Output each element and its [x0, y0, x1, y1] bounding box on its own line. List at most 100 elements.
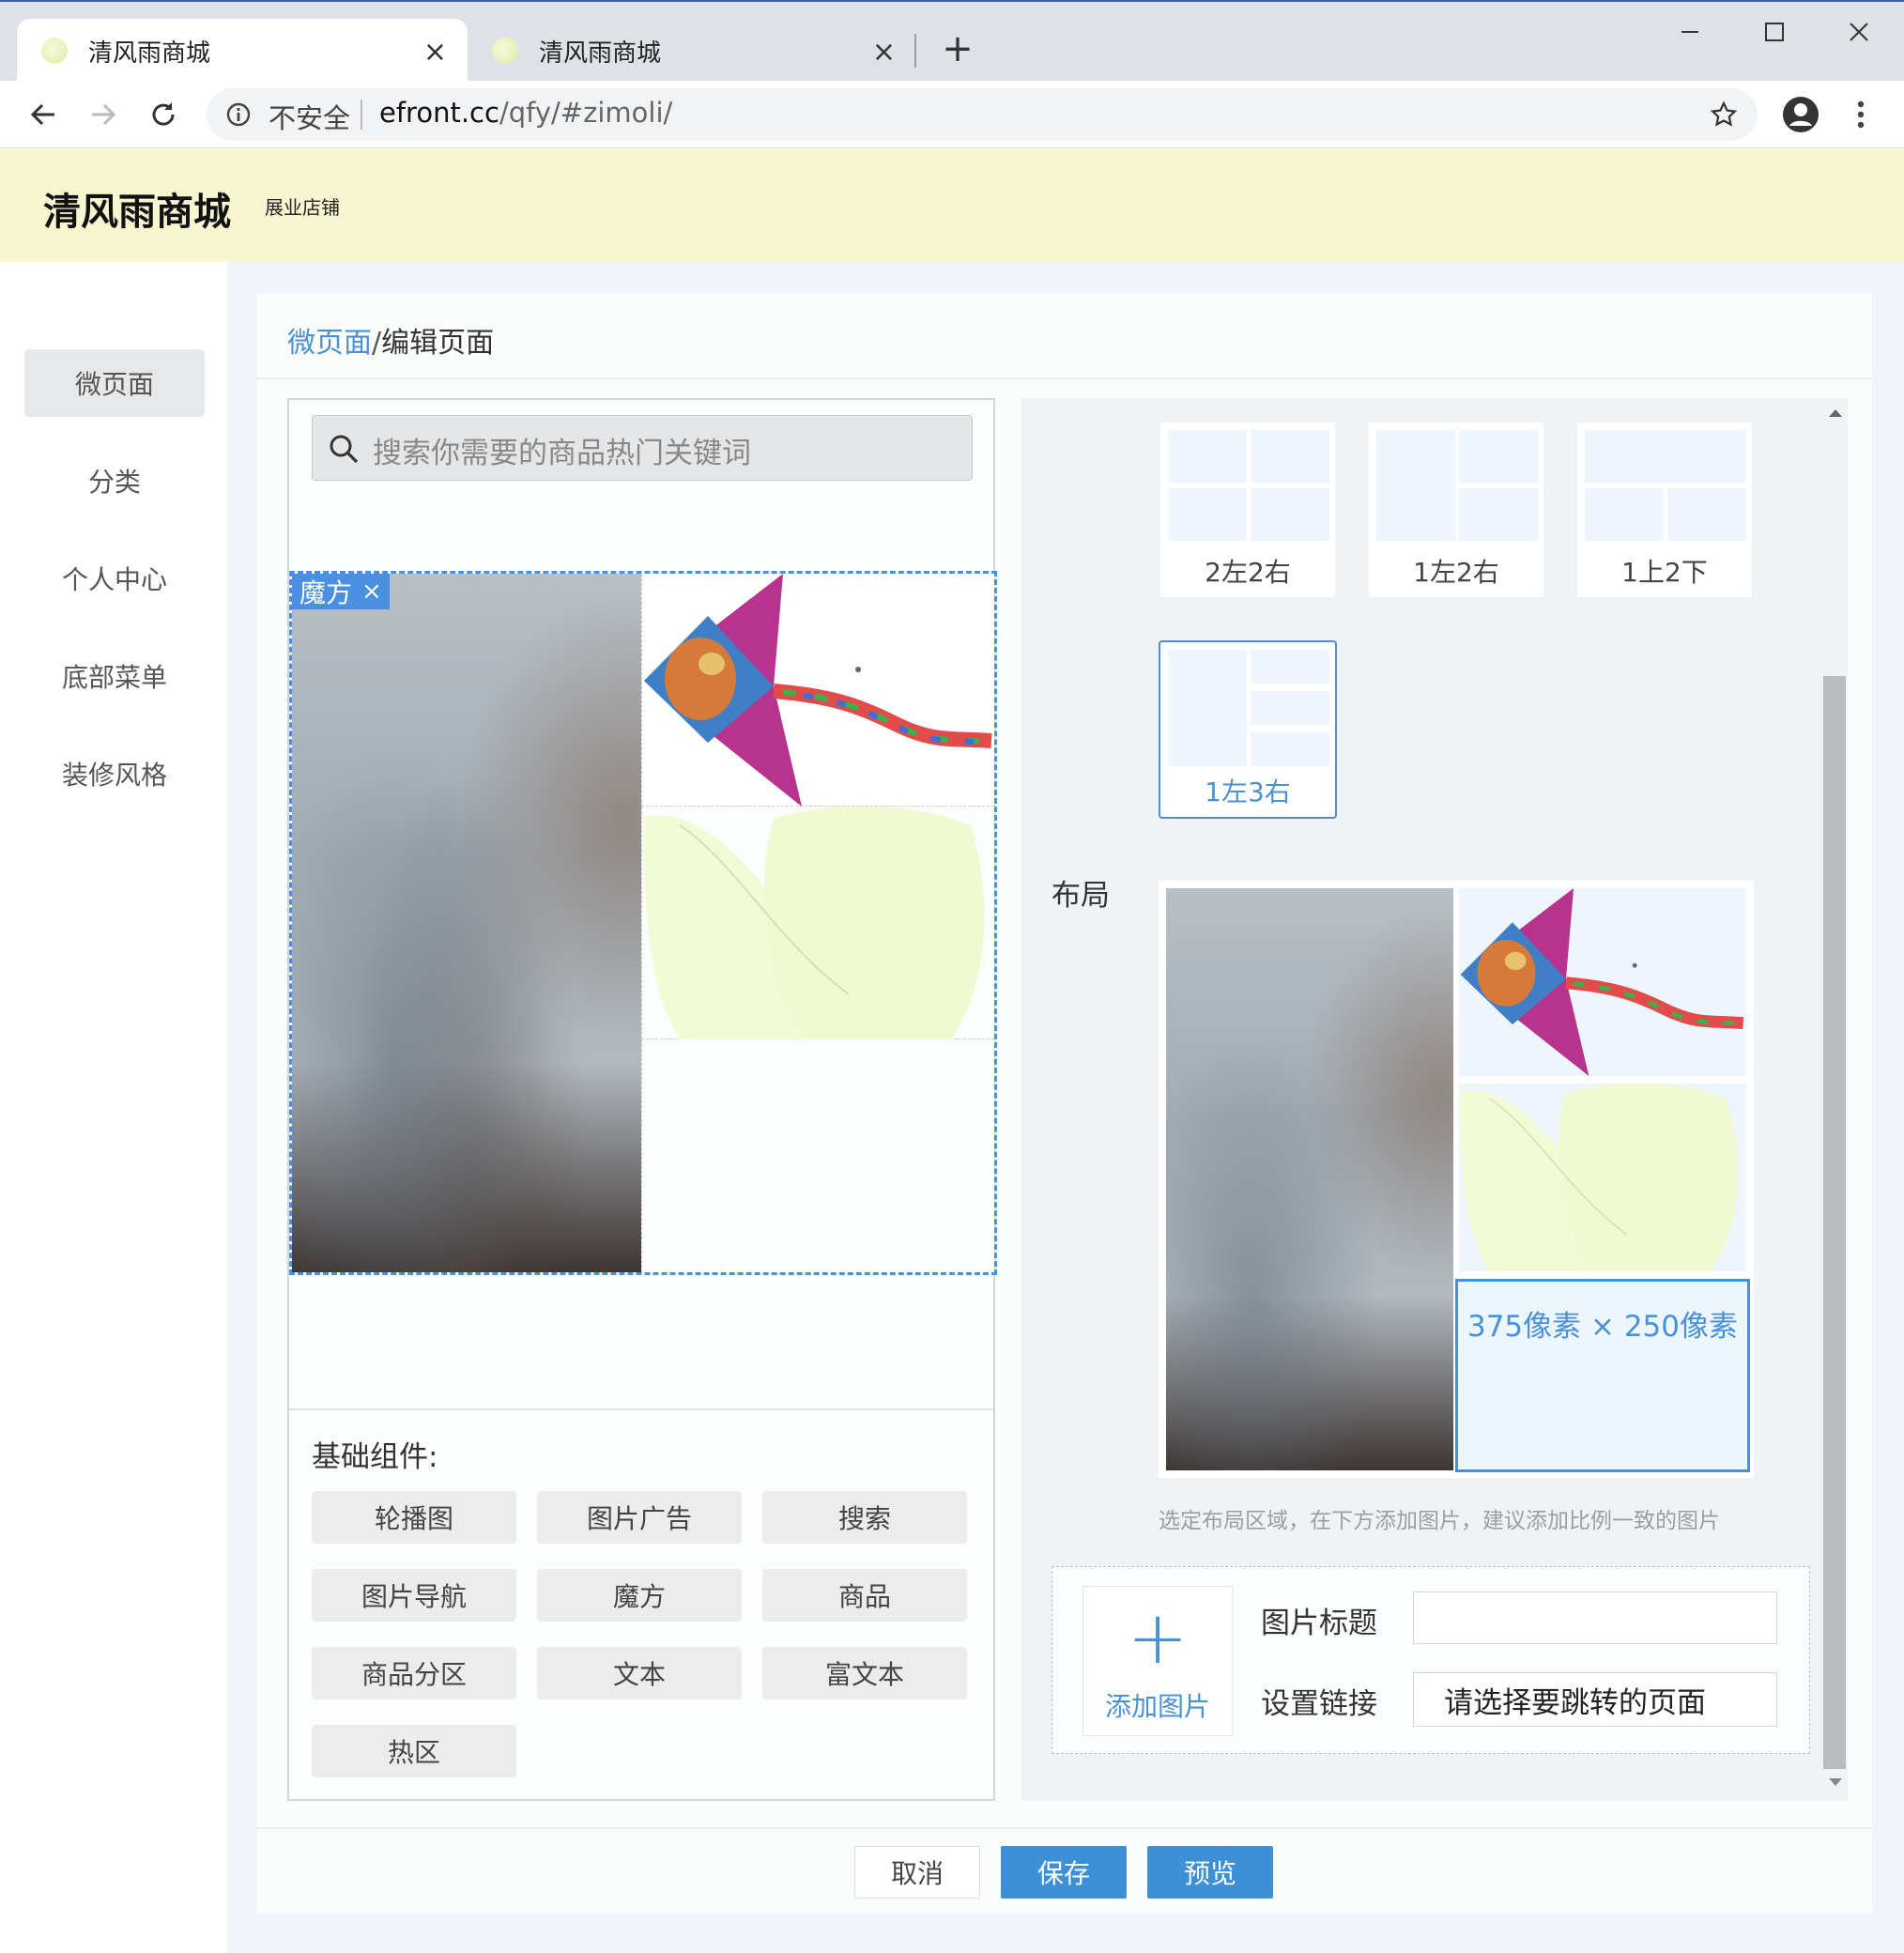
layout-option-1t2b[interactable]: 1上2下 [1575, 421, 1754, 599]
component-goods-section-button[interactable]: 商品分区 [312, 1647, 516, 1699]
component-search-button[interactable]: 搜索 [762, 1491, 967, 1544]
minimize-icon[interactable] [1667, 9, 1712, 54]
rubik-cell-leaf[interactable] [641, 806, 994, 1039]
shop-header: 清风雨商城 展业店铺 [0, 149, 1904, 262]
leaf-image [1460, 1083, 1738, 1271]
palette-divider [289, 1408, 993, 1410]
url-path: /qfy/#zimoli/ [499, 97, 673, 129]
scroll-up-icon[interactable] [1829, 408, 1842, 417]
reload-icon[interactable] [141, 92, 186, 137]
add-image-label: 添加图片 [1104, 1691, 1210, 1722]
back-icon[interactable] [21, 92, 66, 137]
profile-avatar-icon[interactable] [1780, 94, 1821, 135]
favicon-icon [492, 38, 518, 64]
shop-tagline: 展业店铺 [265, 196, 340, 219]
layout-editor-canvas: 375像素 × 250像素 [1159, 881, 1754, 1478]
kite-image [644, 574, 992, 807]
rubik-cell-empty[interactable] [641, 1039, 994, 1272]
layout-option-1l2r[interactable]: 1左2右 [1367, 421, 1545, 599]
layout-cell-selected[interactable]: 375像素 × 250像素 [1455, 1279, 1750, 1472]
new-tab-icon[interactable]: + [935, 26, 980, 71]
cancel-button[interactable]: 取消 [854, 1846, 980, 1899]
browser-tab[interactable]: 清风雨商城 × [468, 19, 916, 83]
sidebar-item-category[interactable]: 分类 [24, 447, 205, 515]
breadcrumb: 微页面/编辑页面 [287, 319, 494, 361]
blurred-photo-shading [1166, 888, 1453, 1470]
component-tag[interactable]: 魔方 × [292, 574, 390, 609]
omnibox-divider [361, 100, 362, 130]
footer-divider [257, 1827, 1872, 1829]
tab-close-icon[interactable]: × [872, 36, 896, 69]
rubik-image-left-blurred [292, 574, 641, 1272]
kite-image [1460, 888, 1744, 1076]
component-tag-close-icon[interactable]: × [361, 577, 382, 606]
component-richtext-button[interactable]: 富文本 [762, 1647, 967, 1699]
url-host: efront.cc [379, 97, 499, 129]
layout-label: 布局 [1052, 879, 1110, 913]
search-placeholder: 搜索你需要的商品热门关键词 [373, 437, 751, 470]
scroll-down-icon[interactable] [1829, 1778, 1842, 1788]
sidebar-item-profile[interactable]: 个人中心 [24, 545, 205, 612]
layout-option-2l2r[interactable]: 2左2右 [1159, 421, 1337, 599]
layout-cell-kite[interactable] [1459, 888, 1746, 1076]
favicon-icon [41, 38, 68, 64]
image-title-label: 图片标题 [1261, 1607, 1377, 1640]
rubik-cube-component[interactable]: 魔方 × [289, 571, 997, 1275]
menu-kebab-icon[interactable] [1840, 94, 1881, 135]
tab-title: 清风雨商城 [539, 38, 662, 68]
breadcrumb-current: 编辑页面 [381, 327, 495, 360]
search-icon [328, 433, 361, 467]
sidebar-item-theme[interactable]: 装修风格 [24, 740, 205, 807]
leaf-image [643, 806, 985, 1039]
component-carousel-button[interactable]: 轮播图 [312, 1491, 516, 1544]
layout-cell-left[interactable] [1166, 888, 1453, 1470]
security-label: 不安全 [269, 102, 351, 134]
editor-panel: 微页面/编辑页面 搜索你需要的商品热门关键词 魔方 × 基础组件: 轮播图 图片… [257, 293, 1872, 1914]
component-rubik-button[interactable]: 魔方 [537, 1569, 742, 1622]
forward-icon[interactable] [81, 92, 126, 137]
address-bar[interactable]: 不安全 efront.cc /qfy/#zimoli/ [207, 88, 1758, 141]
search-input[interactable]: 搜索你需要的商品热门关键词 [312, 415, 973, 481]
browser-tab-active[interactable]: 清风雨商城 × [17, 19, 468, 83]
layout-option-1l3r-selected[interactable]: 1左3右 [1159, 640, 1337, 819]
sidebar: 微页面 分类 个人中心 底部菜单 装修风格 [0, 262, 227, 1953]
selected-cell-size: 375像素 × 250像素 [1466, 1310, 1739, 1344]
tab-title: 清风雨商城 [88, 38, 211, 68]
breadcrumb-divider [257, 377, 1872, 379]
bookmark-star-icon[interactable] [1707, 98, 1741, 131]
shop-name: 清风雨商城 [43, 191, 231, 234]
component-text-button[interactable]: 文本 [537, 1647, 742, 1699]
link-select[interactable]: 请选择要跳转的页面 [1413, 1672, 1777, 1727]
image-form: + 添加图片 图片标题 设置链接 请选择要跳转的页面 [1052, 1566, 1810, 1754]
component-image-ad-button[interactable]: 图片广告 [537, 1491, 742, 1544]
sidebar-item-bottom-menu[interactable]: 底部菜单 [24, 642, 205, 710]
scrollbar-thumb[interactable] [1823, 676, 1846, 1769]
info-icon[interactable] [223, 100, 253, 130]
maximize-icon[interactable] [1752, 9, 1797, 54]
layout-cell-leaf[interactable] [1459, 1083, 1746, 1271]
layout-option-label: 1左2右 [1413, 557, 1499, 588]
sidebar-item-micro-page[interactable]: 微页面 [24, 349, 205, 417]
rubik-cell-kite[interactable] [641, 574, 994, 807]
component-hotspot-button[interactable]: 热区 [312, 1725, 516, 1777]
browser-toolbar: 不安全 efront.cc /qfy/#zimoli/ [0, 81, 1904, 148]
component-tag-label: 魔方 [299, 577, 353, 608]
add-image-button[interactable]: + 添加图片 [1083, 1586, 1233, 1736]
blurred-photo-shading [292, 574, 641, 1272]
tab-close-icon[interactable]: × [423, 36, 447, 69]
preview-button[interactable]: 预览 [1147, 1846, 1273, 1899]
window-close-icon[interactable] [1836, 9, 1881, 54]
component-goods-button[interactable]: 商品 [762, 1569, 967, 1622]
tab-divider [914, 34, 916, 68]
scrollbar[interactable] [1821, 398, 1848, 1801]
image-title-input[interactable] [1413, 1592, 1777, 1644]
plus-icon: + [1127, 1596, 1189, 1681]
breadcrumb-link-micro-page[interactable]: 微页面 [287, 327, 372, 360]
component-image-nav-button[interactable]: 图片导航 [312, 1569, 516, 1622]
link-label: 设置链接 [1261, 1687, 1377, 1721]
components-title: 基础组件: [312, 1440, 438, 1474]
settings-pane: 2左2右 1左2右 1上2下 1左3右 布局 375像素 × 250像素 选定布… [1021, 398, 1848, 1801]
save-button[interactable]: 保存 [1001, 1846, 1127, 1899]
layout-hint: 选定布局区域，在下方添加图片，建议添加比例一致的图片 [1159, 1509, 1720, 1533]
layout-option-label: 2左2右 [1205, 557, 1291, 588]
